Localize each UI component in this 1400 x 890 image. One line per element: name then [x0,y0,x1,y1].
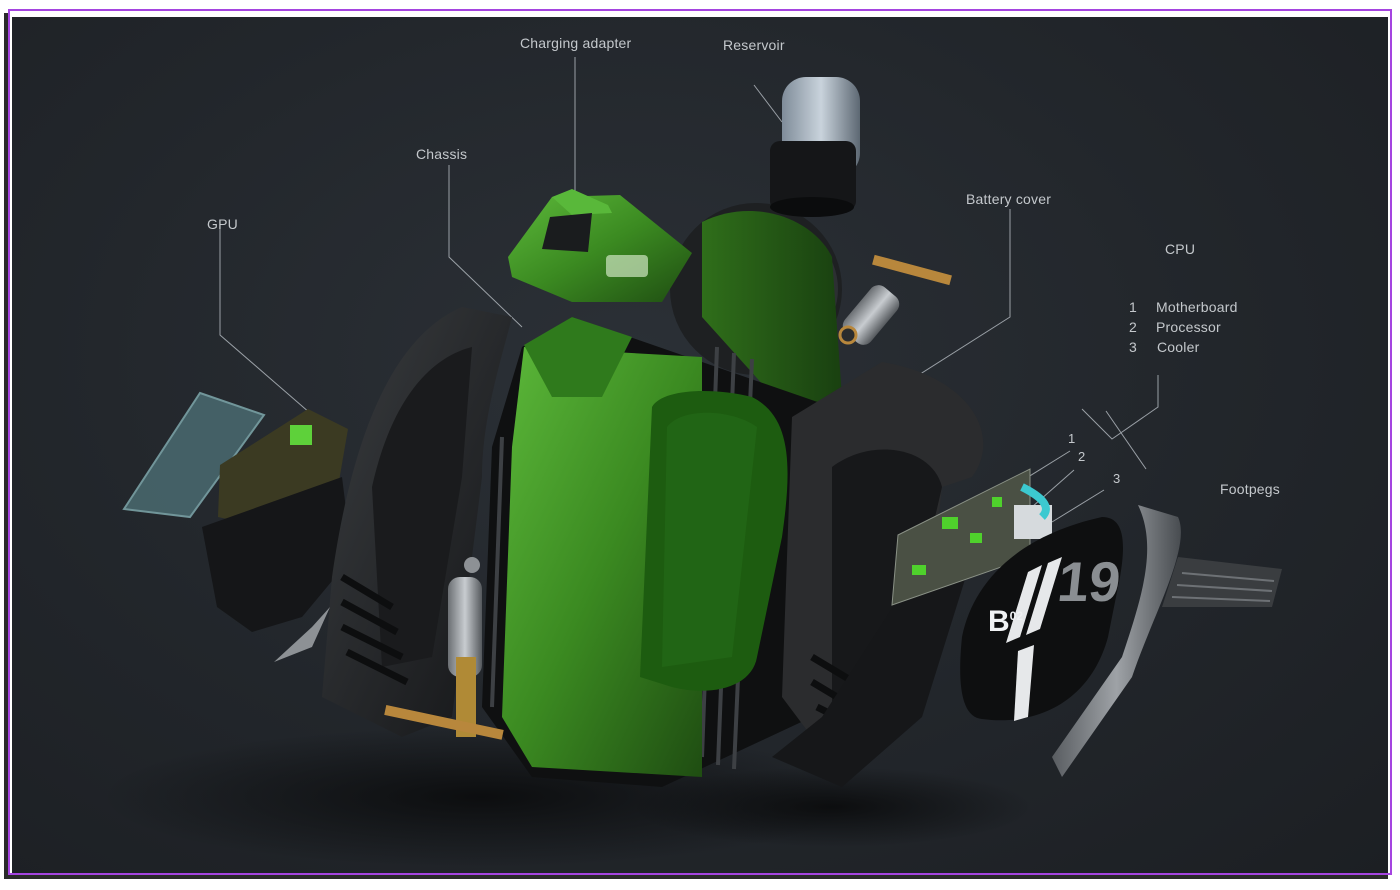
label-footpegs: Footpegs [1220,481,1280,497]
label-reservoir: Reservoir [723,37,785,53]
exploded-bike-illustration [102,57,1282,867]
label-gpu: GPU [207,216,238,232]
cpu-list-name: Cooler [1157,339,1200,355]
cpu-list-num: 3 [1129,339,1137,355]
battery-plate-letter: B02 [988,605,1023,639]
cpu-list-name: Motherboard [1156,299,1238,315]
right-shock [838,254,952,345]
callout-3: 3 [1113,471,1121,486]
callout-2: 2 [1078,449,1086,464]
callout-1: 1 [1068,431,1076,446]
plate-letter: B [988,605,1010,638]
reservoir [770,77,860,217]
plate-sup: 02 [1009,609,1024,623]
exploded-view-render: Charging adapter Reservoir Chassis Batte… [12,17,1388,873]
cpu-list-num: 1 [1129,299,1137,315]
label-charging-adapter: Charging adapter [520,35,632,51]
cpu-list-name: Processor [1156,319,1221,335]
label-chassis: Chassis [416,146,468,162]
label-battery-cover: Battery cover [966,191,1052,207]
battery-plate-number: 19 [1054,550,1124,613]
gpu-chip [290,425,312,445]
cpu-list-num: 2 [1129,319,1137,335]
label-cpu: CPU [1165,241,1196,257]
